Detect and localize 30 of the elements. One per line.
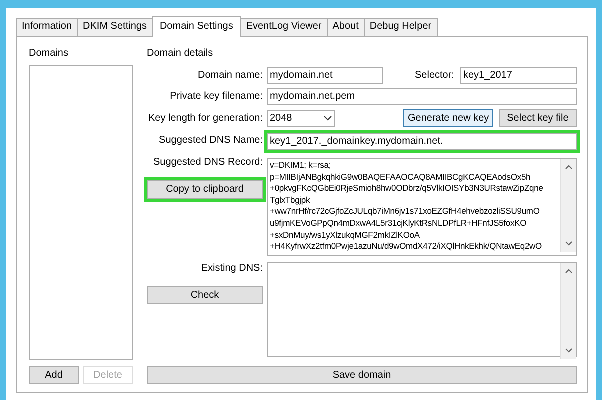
field-label: Private key filename: [169, 91, 263, 102]
check-button[interactable]: Check [147, 286, 263, 304]
select-key-file-button[interactable]: Select key file [499, 109, 577, 127]
field-label: Existing DNS: [200, 263, 263, 274]
existing-dns-field[interactable] [267, 262, 577, 357]
copy-button[interactable]: Copy to clipboard [147, 180, 263, 199]
tab[interactable]: About [326, 18, 365, 36]
field-label: Suggested DNS Record: [152, 157, 263, 168]
key-length-dropdown[interactable]: 2048 [267, 110, 335, 126]
domain-name-field[interactable]: mydomain.net [267, 67, 383, 84]
field-label: Domain name: [196, 70, 263, 81]
save-domain-button[interactable]: Save domain [147, 366, 577, 384]
tab[interactable]: DKIM Settings [77, 18, 153, 36]
tab[interactable]: Debug Helper [364, 18, 438, 36]
tab[interactable]: Domain Settings [152, 16, 242, 37]
dns-record-field[interactable]: v=DKIM1; k=rsa; p=MIIBIjANBgkqhkiG9w0BAQEFAAOCAQ8AMIIBCgKCAQEAodsOx5h +0pkvgFKcQGbEi0RjeSmioh8hw0ODbrz/q5VlkIOISYb3N3URstawZipZqne TglxTbgjpk +ww7nrHf/rc72cGjfoZcJULqb7iMn6jv1s71xoEZGfH4ehvebzozliSSU9umO u9fjmKEVoGPpQn4mDxwA4L5r31cjKlyKtRsNLDPfLR+HFnfJS5foxKO +sxDnMuy/ws1yXlzukqMGF2mkIZlKOoA +H4KyfrwXz2tfm0Pwje1azuNu/d9wOmdX472/iXQlHnkEkhk/QNtawEq2wO [267, 158, 577, 256]
chevron-down-icon [324, 116, 332, 120]
selector-field[interactable]: key1_2017 [460, 67, 577, 84]
field-label: Suggested DNS Name: [158, 135, 263, 146]
group-title: Domains [29, 47, 70, 61]
domain-list[interactable] [29, 65, 133, 360]
dns-name-field[interactable]: key1_2017._domainkey.mydomain.net. [267, 133, 577, 150]
tab[interactable]: EventLog Viewer [240, 18, 328, 36]
generate-key-button[interactable]: Generate new key [403, 109, 493, 127]
field-label: Selector: [415, 70, 454, 81]
filename-field[interactable]: mydomain.net.pem [267, 88, 577, 105]
group-title: Domain details [147, 47, 214, 61]
add-button[interactable]: Add [29, 366, 79, 384]
field-label: Key length for generation: [147, 112, 263, 124]
tab[interactable]: Information [16, 18, 78, 36]
